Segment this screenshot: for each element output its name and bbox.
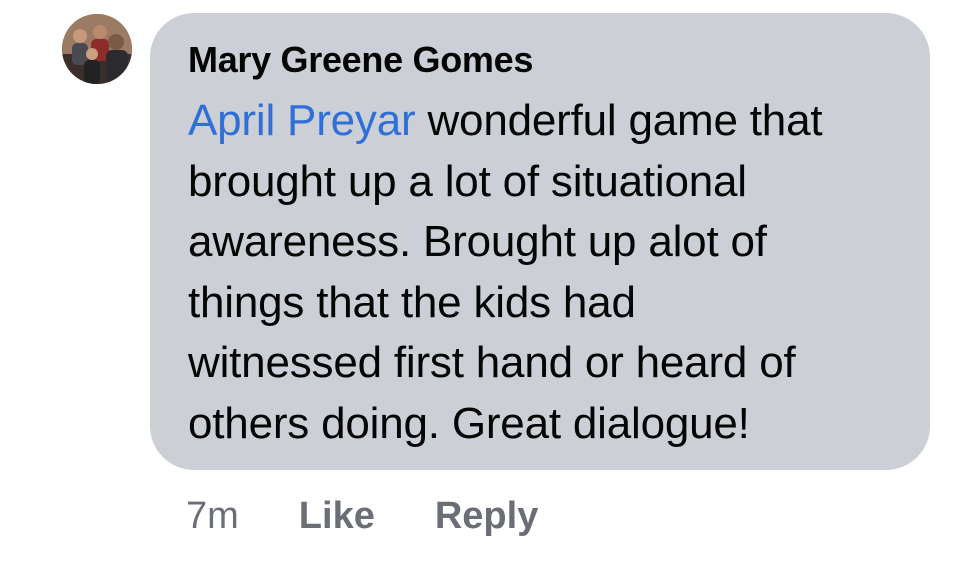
comment-text: April Preyar wonderful game that brought… — [188, 91, 900, 454]
mention-link[interactable]: April Preyar — [188, 96, 416, 145]
comment-line: things that the kids had — [188, 277, 636, 327]
like-button[interactable]: Like — [299, 490, 375, 542]
comment-actions: 7m Like Reply — [186, 490, 538, 542]
comment-line: witnessed first hand or heard of — [188, 338, 796, 387]
comment-author[interactable]: Mary Greene Gomes — [188, 39, 900, 81]
comment-line: wonderful game that — [415, 96, 823, 145]
comment-bubble: Mary Greene Gomes April Preyar wonderful… — [150, 13, 930, 470]
comment-line: others doing. Great dialogue! — [188, 398, 750, 448]
comment-line: brought up a lot of situational — [188, 156, 747, 206]
timestamp[interactable]: 7m — [186, 490, 239, 542]
avatar-photo — [62, 14, 132, 84]
avatar[interactable] — [62, 14, 132, 84]
reply-button[interactable]: Reply — [435, 490, 538, 542]
comment-line: awareness. Brought up alot of — [188, 217, 767, 266]
